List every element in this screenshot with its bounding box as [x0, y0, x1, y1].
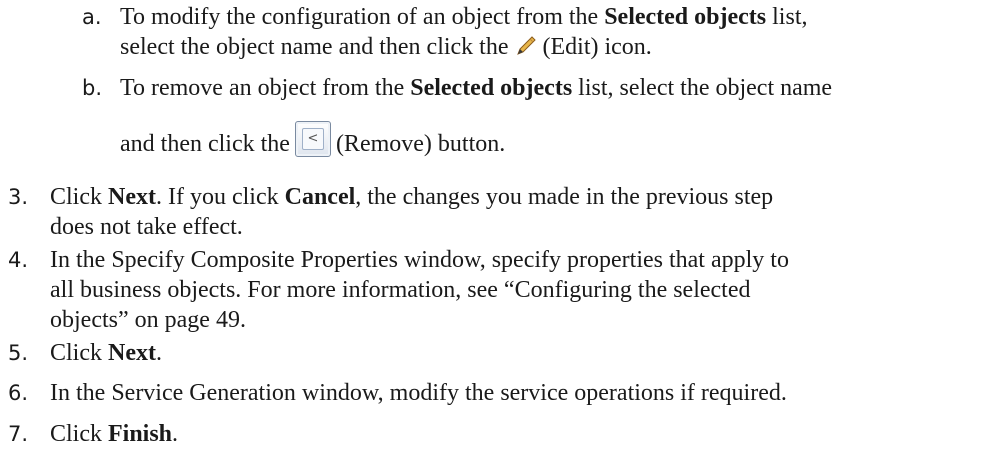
step-a-marker: a.	[82, 5, 102, 29]
step-7-marker: 7.	[8, 422, 29, 446]
finish-label: Finish	[108, 421, 173, 447]
step-a-line-1: To modify the configuration of an object…	[120, 2, 980, 32]
step-3-line-1: Click Next. If you click Cancel, the cha…	[50, 182, 980, 212]
step-5-line-1: Click Next.	[50, 338, 980, 368]
step-6-line-1: In the Service Generation window, modify…	[50, 380, 787, 406]
step-4-line-2: all business objects. For more informati…	[50, 277, 751, 303]
step-6-text: In the Service Generation window, modify…	[50, 378, 980, 408]
remove-button-image: <	[294, 121, 331, 157]
step-3-marker: 3.	[8, 185, 29, 209]
cancel-label: Cancel	[284, 184, 356, 210]
step-7-line-1: Click Finish.	[50, 419, 980, 449]
step-4-text: In the Specify Composite Properties wind…	[50, 245, 980, 335]
next-label: Next	[108, 184, 156, 210]
step-4-line-3: objects” on page 49.	[50, 307, 246, 333]
pencil-edit-icon	[513, 34, 539, 58]
step-3-text-2: . If you click	[155, 184, 285, 210]
step-5-text: Click Next.	[50, 338, 980, 368]
step-3-text: Click Next. If you click Cancel, the cha…	[50, 182, 980, 242]
step-a-text-2: list,	[766, 4, 808, 30]
step-6-marker: 6.	[8, 381, 29, 405]
step-3-line-2: does not take effect.	[50, 214, 243, 240]
step-7-text-1: Click	[50, 421, 108, 447]
step-3-text-3: , the changes you made in the previous s…	[355, 184, 774, 210]
selected-objects-label-2: Selected objects	[410, 75, 573, 101]
step-5-text-2: .	[155, 340, 162, 366]
step-a-line-2: select the object name and then click th…	[120, 32, 980, 62]
next-label-2: Next	[108, 340, 156, 366]
step-a-text-1: To modify the configuration of an object…	[120, 4, 605, 30]
step-4-line-1: In the Specify Composite Properties wind…	[50, 247, 789, 273]
step-b-marker: b.	[82, 76, 103, 100]
chevron-left-icon: <	[301, 128, 324, 150]
step-b-text-1: To remove an object from the	[120, 75, 411, 101]
step-b-line-2: and then click the < (Remove) button.	[120, 121, 980, 159]
step-b-text: To remove an object from the Selected ob…	[120, 73, 980, 159]
step-b-text-4: (Remove) button.	[335, 131, 506, 157]
selected-objects-label: Selected objects	[604, 4, 767, 30]
step-5-text-1: Click	[50, 340, 108, 366]
document-page: a. To modify the configuration of an obj…	[0, 0, 990, 460]
step-5-marker: 5.	[8, 341, 29, 365]
step-b-line-1: To remove an object from the Selected ob…	[120, 73, 980, 103]
step-b-text-2: list, select the object name	[572, 75, 833, 101]
step-7-text-2: .	[172, 421, 179, 447]
step-7-text: Click Finish.	[50, 419, 980, 449]
step-4-marker: 4.	[8, 248, 29, 272]
step-a-text-4: (Edit) icon.	[542, 34, 652, 60]
step-3-text-1: Click	[50, 184, 108, 210]
step-b-text-3: and then click the	[120, 131, 290, 157]
step-a-text-3: select the object name and then click th…	[120, 34, 509, 60]
step-a-text: To modify the configuration of an object…	[120, 2, 980, 62]
